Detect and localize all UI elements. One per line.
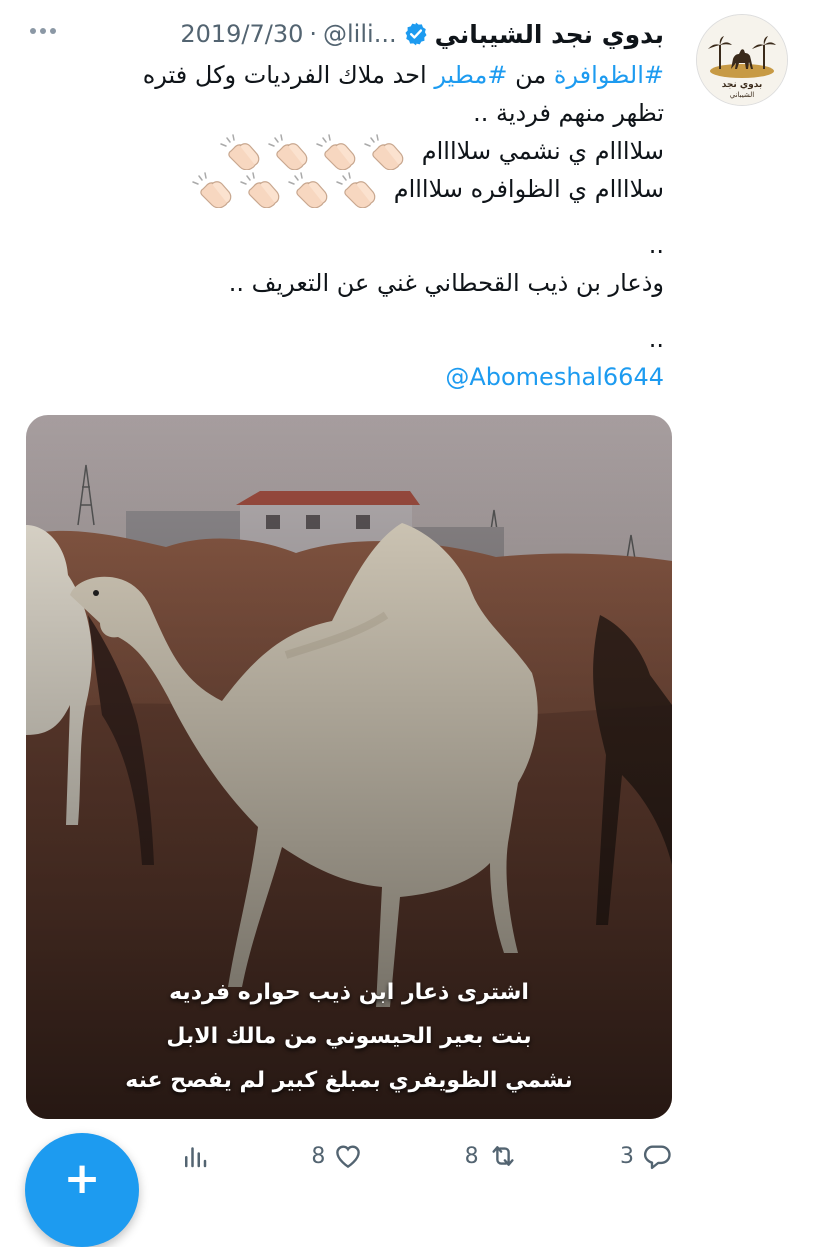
retweet-count: 8 <box>464 1143 479 1169</box>
display-name[interactable]: بدوي نجد الشيباني <box>435 20 664 49</box>
clap-emoji-icon <box>240 172 280 208</box>
tweet-line-8: @Abomeshal6644 <box>104 358 664 396</box>
tweet-line-4-text: سلاااام ي الظوافره سلاااام <box>393 175 664 203</box>
reply-count: 3 <box>619 1143 634 1169</box>
tweet-text: #الظوافرة من #مطير احد ملاك الفرديات وكل… <box>104 56 664 396</box>
caption-line-2: بنت بعير الحيسوني من مالك الابل <box>166 1024 532 1049</box>
analytics-icon <box>185 1147 207 1168</box>
caption-line-1: اشترى ذعار ابن ذيب حواره فرديه <box>169 980 529 1005</box>
media-caption: اشترى ذعار ابن ذيب حواره فرديه بنت بعير … <box>26 971 672 1103</box>
tweet-line-3-text: سلاااام ي نشمي سلاااام <box>421 137 664 165</box>
header-separator: · <box>309 20 318 48</box>
caption-line-3: نشمي الظويفري بمبلغ كبير لم يفصح عنه <box>125 1068 573 1093</box>
compose-button[interactable]: + <box>25 1133 139 1247</box>
tweet-line-5: .. <box>648 231 664 259</box>
analytics-button[interactable] <box>180 1141 210 1171</box>
retweet-icon <box>492 1146 514 1166</box>
clap-emoji-icon <box>192 172 232 208</box>
clap-emoji-icon <box>316 134 356 170</box>
author-handle[interactable]: @lili... <box>323 20 397 48</box>
tweet-line-4: سلاااام ي الظوافره سلاااام <box>104 170 664 208</box>
clap-emoji-icon <box>220 134 260 170</box>
tweet-line-6: وذعار بن ذيب القحطاني غني عن التعريف .. <box>228 269 664 297</box>
tweet-word: من <box>515 61 547 89</box>
tweet-line-1-rest: احد ملاك الفرديات وكل فتره <box>142 61 427 89</box>
like-button[interactable]: 8 <box>311 1141 363 1171</box>
tweet-line-3: سلاااام ي نشمي سلاااام <box>104 132 664 170</box>
retweet-button[interactable]: 8 <box>465 1141 519 1171</box>
more-options-icon[interactable] <box>26 14 60 48</box>
reply-button[interactable]: 3 <box>620 1141 672 1171</box>
tweet-header: بدوي نجد الشيباني @lili... · 2019/7/30 <box>180 14 664 54</box>
like-icon <box>336 1145 361 1169</box>
avatar-label-top: بدوي نجد <box>722 80 763 90</box>
hashtag-link[interactable]: #الظوافرة <box>554 61 664 89</box>
clap-emoji-group <box>220 134 408 170</box>
avatar-label-bottom: الشيباني <box>730 91 755 99</box>
clap-emoji-group <box>192 172 380 208</box>
clap-emoji-icon <box>268 134 308 170</box>
tweet-actions: 8 8 3 <box>180 1136 672 1176</box>
clap-emoji-icon <box>364 134 404 170</box>
avatar[interactable]: بدوي نجد الشيباني <box>696 14 788 106</box>
tweet-line-2: تظهر منهم فردية .. <box>473 99 664 127</box>
tweet-line-7: .. <box>648 325 664 353</box>
verified-badge-icon <box>403 21 429 47</box>
mention-link[interactable]: @Abomeshal6644 <box>445 363 664 391</box>
tweet-date[interactable]: 2019/7/30 <box>180 20 303 48</box>
clap-emoji-icon <box>336 172 376 208</box>
tweet-line-1: #الظوافرة من #مطير احد ملاك الفرديات وكل… <box>104 56 664 94</box>
reply-icon <box>643 1145 671 1170</box>
like-count: 8 <box>311 1143 326 1169</box>
hashtag-link[interactable]: #مطير <box>434 61 507 89</box>
clap-emoji-icon <box>288 172 328 208</box>
compose-plus-icon: + <box>63 1153 101 1204</box>
tweet-media-image[interactable]: اشترى ذعار ابن ذيب حواره فرديه بنت بعير … <box>26 415 672 1119</box>
